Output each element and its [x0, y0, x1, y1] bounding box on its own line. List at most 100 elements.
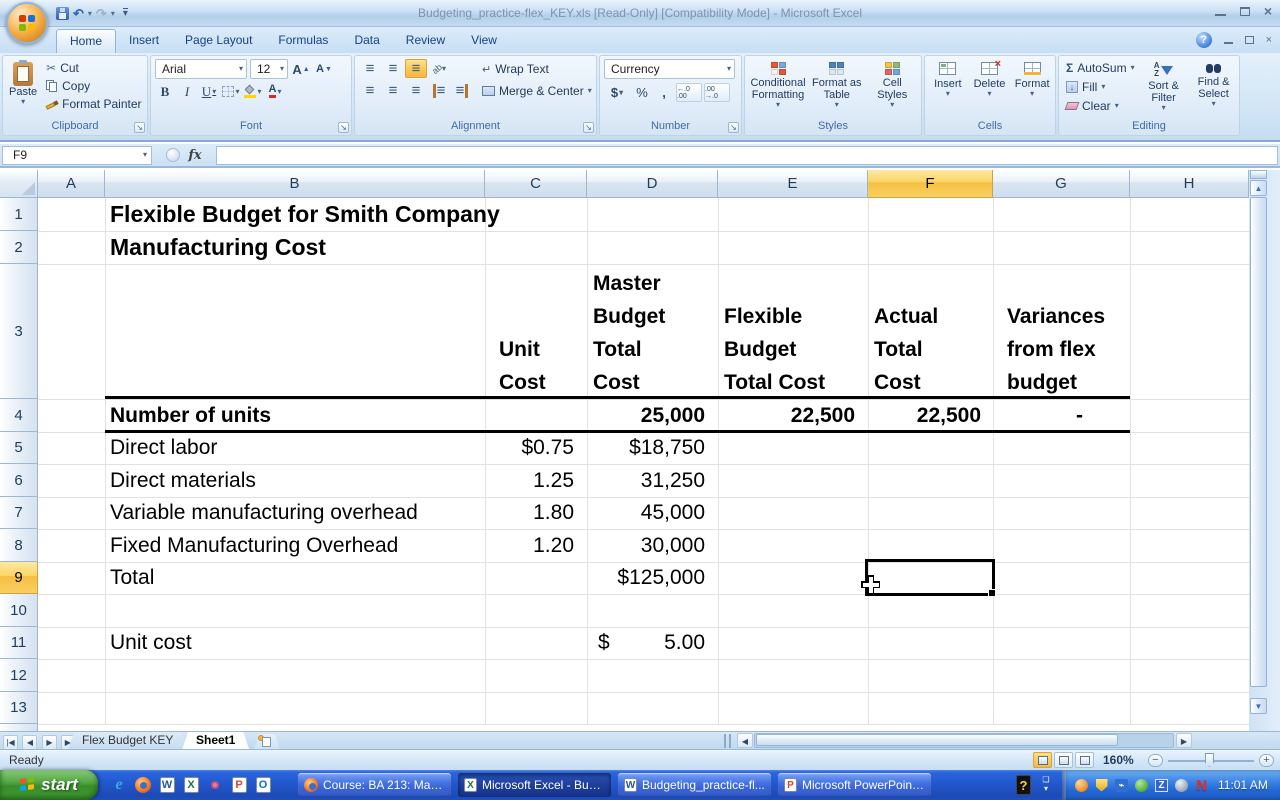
prev-sheet-button[interactable]: ◀: [22, 735, 37, 750]
vertical-scrollbar[interactable]: ▲ ▼: [1249, 170, 1280, 731]
format-cells-button[interactable]: Format ▾: [1012, 59, 1052, 120]
tab-data[interactable]: Data: [341, 29, 392, 53]
decrease-indent-button[interactable]: ≡: [428, 81, 450, 100]
zoom-slider-thumb[interactable]: [1205, 753, 1214, 767]
tab-view[interactable]: View: [458, 29, 510, 53]
cut-button[interactable]: ✂ Cut: [43, 59, 144, 77]
help-tray-icon[interactable]: ?: [1016, 775, 1031, 795]
minimize-button[interactable]: [1215, 7, 1226, 16]
align-left-button[interactable]: ≡: [359, 81, 381, 100]
cell-d6[interactable]: 31,250: [587, 464, 705, 497]
bold-button[interactable]: B: [155, 82, 175, 101]
excel-icon[interactable]: X: [182, 776, 200, 794]
cell-d11-value[interactable]: 5.00: [587, 627, 705, 659]
clear-button[interactable]: Clear▾: [1063, 97, 1138, 115]
cell-c3-header[interactable]: UnitCost: [499, 333, 546, 399]
close-button[interactable]: ×: [1264, 5, 1272, 17]
column-header-g[interactable]: G: [993, 170, 1130, 198]
cell-d3-header[interactable]: MasterBudgetTotalCost: [593, 267, 665, 399]
taskbar-button-powerpoint[interactable]: P Microsoft PowerPoint ...: [778, 773, 931, 797]
tray-leaf-icon[interactable]: [1134, 778, 1149, 793]
decrease-decimal-button[interactable]: .00 →.0: [704, 83, 730, 102]
hscroll-left-button[interactable]: ◀: [737, 733, 753, 748]
tray-orange-ball-icon[interactable]: [1074, 778, 1089, 793]
cell-e4[interactable]: 22,500: [718, 399, 855, 432]
scroll-down-button[interactable]: ▼: [1250, 698, 1267, 714]
workbook-close-button[interactable]: ×: [1266, 35, 1272, 45]
row-header-13[interactable]: 13: [0, 692, 38, 724]
cell-f3-header[interactable]: ActualTotalCost: [874, 300, 938, 399]
align-center-button[interactable]: ≡: [382, 81, 404, 100]
column-header-f[interactable]: F: [868, 170, 993, 198]
border-button[interactable]: ▾: [221, 82, 241, 101]
conditional-formatting-button[interactable]: Conditional Formatting ▾: [749, 59, 807, 120]
cell-e3-header[interactable]: FlexibleBudgetTotal Cost: [724, 300, 825, 399]
fill-handle[interactable]: [988, 589, 996, 597]
hscroll-right-button[interactable]: ▶: [1176, 733, 1192, 748]
row-header-11[interactable]: 11: [0, 627, 38, 659]
merge-center-button[interactable]: Merge & Center ▾: [479, 82, 595, 100]
percent-style-button[interactable]: %: [632, 83, 652, 102]
font-size-dropdown-icon[interactable]: ▾: [280, 65, 284, 73]
workbook-minimize-button[interactable]: [1224, 37, 1233, 44]
taskbar-button-excel[interactable]: X Microsoft Excel - Bud...: [458, 773, 611, 797]
office-button[interactable]: [6, 2, 48, 44]
alignment-dialog-launcher-icon[interactable]: ↘: [583, 122, 594, 133]
find-select-button[interactable]: Find & Select ▾: [1190, 59, 1238, 120]
passwords-icon[interactable]: [206, 776, 224, 794]
tray-n-icon[interactable]: N: [1194, 778, 1209, 793]
row-header-8[interactable]: 8: [0, 529, 38, 562]
underline-button[interactable]: U▾: [199, 82, 219, 101]
italic-button[interactable]: I: [177, 82, 197, 101]
cell-c8[interactable]: 1.20: [485, 529, 574, 562]
cell-styles-button[interactable]: Cell Styles ▾: [866, 59, 918, 120]
cell-d8[interactable]: 30,000: [587, 529, 705, 562]
orientation-button[interactable]: ab▾: [428, 59, 450, 78]
cell-b6[interactable]: Direct materials: [110, 464, 256, 497]
name-box[interactable]: F9 ▾: [2, 146, 152, 165]
row-header-4[interactable]: 4: [0, 399, 38, 432]
cell-b1-title[interactable]: Flexible Budget for Smith Company: [110, 198, 500, 231]
column-header-a[interactable]: A: [38, 170, 105, 198]
scroll-up-button[interactable]: ▲: [1250, 180, 1267, 196]
cell-d5[interactable]: $18,750: [587, 432, 705, 464]
page-break-view-button[interactable]: [1075, 752, 1094, 768]
copy-button[interactable]: Copy: [43, 77, 144, 95]
sort-filter-button[interactable]: AZ Sort & Filter ▾: [1140, 59, 1188, 120]
number-dialog-launcher-icon[interactable]: ↘: [728, 122, 739, 133]
taskbar-clock[interactable]: 11:01 AM: [1218, 778, 1268, 792]
formula-input[interactable]: [216, 146, 1278, 165]
clipboard-dialog-launcher-icon[interactable]: ↘: [134, 122, 145, 133]
taskbar-button-firefox[interactable]: Course: BA 213: Man...: [298, 773, 451, 797]
active-cell-selection[interactable]: [865, 559, 995, 596]
row-header-1[interactable]: 1: [0, 198, 38, 231]
column-header-c[interactable]: C: [485, 170, 587, 198]
internet-explorer-icon[interactable]: e: [110, 776, 128, 794]
column-header-d[interactable]: D: [587, 170, 718, 198]
column-header-b[interactable]: B: [105, 170, 485, 198]
start-button[interactable]: start: [0, 770, 98, 800]
row-header-3[interactable]: 3: [0, 264, 38, 399]
row-header-5[interactable]: 5: [0, 432, 38, 464]
cell-c6[interactable]: 1.25: [485, 464, 574, 497]
outlook-icon[interactable]: O: [254, 776, 272, 794]
paste-button[interactable]: Paste ▾: [7, 59, 39, 120]
insert-cells-button[interactable]: Insert ▾: [929, 59, 967, 120]
tab-formulas[interactable]: Formulas: [265, 29, 341, 53]
column-header-e[interactable]: E: [718, 170, 868, 198]
cell-d9[interactable]: $125,000: [587, 562, 705, 594]
column-header-h[interactable]: H: [1130, 170, 1249, 198]
vertical-scroll-thumb[interactable]: [1250, 197, 1267, 687]
tab-home[interactable]: Home: [56, 29, 116, 53]
row-header-7[interactable]: 7: [0, 497, 38, 529]
tab-page-layout[interactable]: Page Layout: [172, 29, 265, 53]
insert-worksheet-button[interactable]: [254, 734, 280, 750]
word-icon[interactable]: W: [158, 776, 176, 794]
accounting-format-button[interactable]: $▾: [604, 83, 630, 102]
tab-review[interactable]: Review: [393, 29, 458, 53]
cell-d4[interactable]: 25,000: [587, 399, 705, 432]
font-name-combo[interactable]: Arial▾: [155, 59, 247, 79]
format-as-table-button[interactable]: Format as Table ▾: [809, 59, 864, 120]
zoom-in-button[interactable]: +: [1259, 754, 1274, 767]
next-sheet-button[interactable]: ▶: [42, 735, 57, 750]
